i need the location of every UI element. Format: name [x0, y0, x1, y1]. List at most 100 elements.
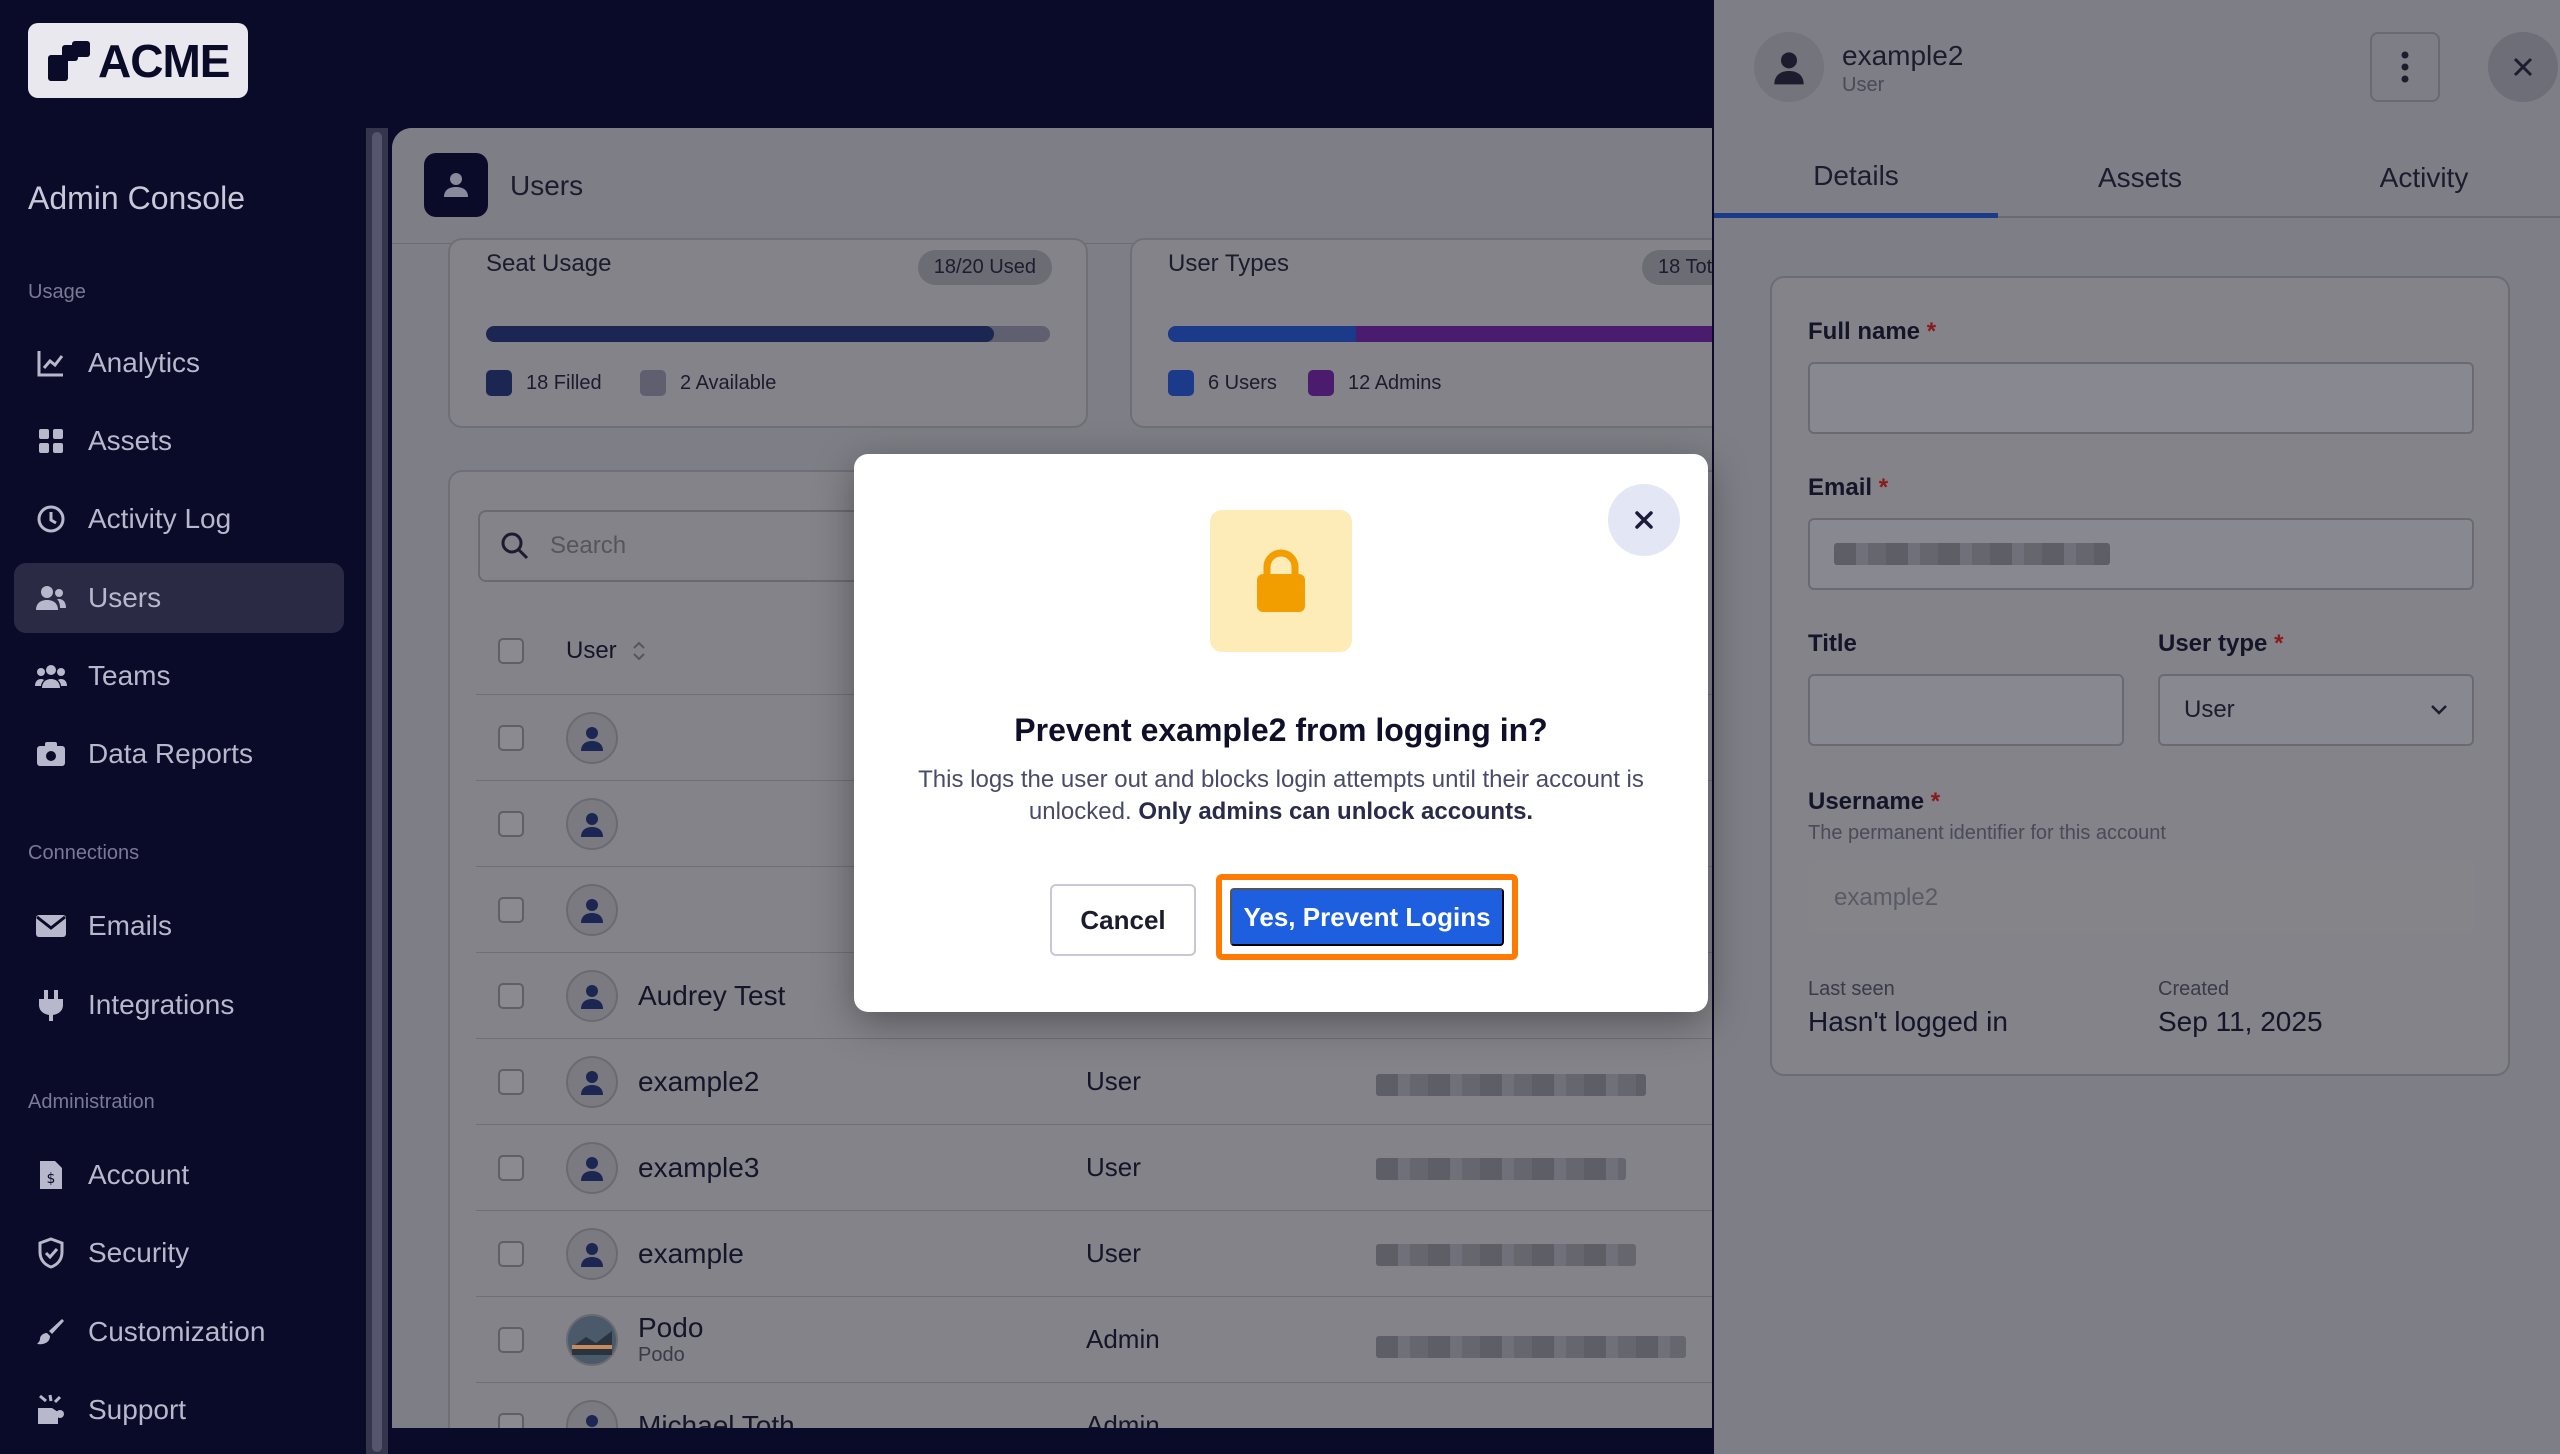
row-user-name: example [638, 1237, 744, 1269]
user-types-bar-users [1168, 326, 1356, 342]
redacted-text [1376, 1158, 1626, 1180]
avatar [566, 1141, 618, 1194]
sidebar-item-label: Assets [88, 425, 173, 456]
sidebar-item-teams[interactable]: Teams [14, 641, 344, 711]
avatar [566, 883, 618, 936]
seat-usage-bar-fill [486, 326, 994, 342]
dialog-close-button[interactable] [1608, 484, 1680, 556]
user-avatar-icon [581, 726, 603, 751]
sidebar-item-activity-log[interactable]: Activity Log [14, 484, 344, 554]
sidebar-item-security[interactable]: Security [14, 1218, 344, 1288]
sidebar-item-assets[interactable]: Assets [14, 406, 344, 476]
avatar [566, 797, 618, 850]
sidebar-item-label: Users [88, 582, 162, 613]
legend-label: 6 Users [1208, 371, 1277, 394]
sidebar-item-customization[interactable]: Customization [14, 1297, 344, 1367]
select-all-checkbox[interactable] [498, 638, 524, 664]
row-user-cell: Podo Podo [638, 1312, 1138, 1367]
support-icon [34, 1393, 68, 1427]
redacted-text [1834, 543, 2110, 565]
sidebar-item-label: Customization [88, 1316, 266, 1347]
sidebar-item-support[interactable]: Support [14, 1375, 344, 1445]
sidebar-item-label: Integrations [88, 989, 235, 1020]
dialog-title: Prevent example2 from logging in? [1014, 712, 1548, 748]
row-checkbox[interactable] [498, 982, 524, 1009]
close-panel-button[interactable] [2488, 32, 2558, 102]
sidebar-scrollbar-thumb[interactable] [372, 132, 382, 1452]
title-field[interactable] [1808, 674, 2124, 746]
row-checkbox[interactable] [498, 1326, 524, 1353]
email-field[interactable] [1808, 518, 2474, 590]
console-title: Admin Console [28, 180, 245, 216]
search-icon [501, 532, 529, 560]
user-detail-panel: example2 User Details Assets Activity Fu… [1714, 0, 2560, 1454]
photo-avatar-icon [572, 1330, 612, 1355]
row-checkbox[interactable] [498, 1240, 524, 1267]
sort-icon[interactable] [631, 640, 647, 662]
row-checkbox[interactable] [498, 1068, 524, 1095]
sidebar-item-account[interactable]: $ Account [14, 1140, 344, 1210]
section-label-usage: Usage [28, 281, 86, 303]
user-types-bar [1168, 326, 1712, 342]
username-hint: The permanent identifier for this accoun… [1808, 822, 2166, 844]
panel-header: example2 User [1714, 0, 2560, 132]
user-avatar-icon [581, 812, 603, 837]
redacted-text [1376, 1244, 1636, 1266]
sidebar-item-label: Support [88, 1394, 187, 1425]
full-name-field[interactable] [1808, 362, 2474, 434]
close-icon [2513, 57, 2533, 77]
row-checkbox[interactable] [498, 810, 524, 837]
sidebar-item-label: Account [88, 1159, 190, 1190]
brush-icon [34, 1315, 68, 1349]
seat-usage-bar [486, 326, 1050, 342]
shield-icon [34, 1236, 68, 1270]
sidebar-item-analytics[interactable]: Analytics [14, 328, 344, 398]
main-header: Users [392, 128, 1712, 244]
row-user-type: User [1086, 1066, 1141, 1096]
panel-user-name: example2 [1842, 40, 1964, 71]
sidebar-item-data-reports[interactable]: Data Reports [14, 719, 344, 789]
user-type-select[interactable]: User [2158, 674, 2474, 746]
column-header-user[interactable]: User [566, 637, 617, 665]
email-label: Email * [1808, 474, 1889, 501]
tab-assets[interactable]: Assets [1998, 138, 2282, 218]
redacted-text [1376, 1336, 1686, 1358]
sidebar-item-emails[interactable]: Emails [14, 891, 344, 961]
row-user-type: User [1086, 1238, 1141, 1268]
panel-tabs: Details Assets Activity [1714, 138, 2560, 218]
row-checkbox[interactable] [498, 896, 524, 923]
team-icon [34, 659, 68, 693]
user-avatar-icon [586, 1414, 598, 1427]
username-label: Username * [1808, 788, 1941, 815]
row-user-type: Admin [1086, 1410, 1160, 1428]
sidebar-item-integrations[interactable]: Integrations [14, 970, 344, 1040]
lock-illustration [1210, 510, 1352, 652]
row-user-type: User [1086, 1152, 1141, 1182]
search-placeholder: Search [550, 532, 627, 559]
row-user-type: Admin [1086, 1324, 1160, 1354]
dialog-body: This logs the user out and blocks login … [904, 764, 1658, 828]
prevent-logins-button[interactable]: Yes, Prevent Logins [1230, 888, 1504, 946]
row-checkbox[interactable] [498, 1154, 524, 1181]
table-row[interactable]: Michael Toth Admin [476, 1382, 1712, 1428]
sidebar-item-label: Analytics [88, 347, 201, 378]
panel-user-role: User [1842, 74, 1885, 96]
legend-label: 12 Admins [1348, 371, 1442, 394]
row-checkbox[interactable] [498, 724, 524, 751]
kebab-menu-icon [2401, 51, 2409, 83]
sidebar: ACME Admin Console Usage Analytics Asset… [0, 0, 365, 1454]
seat-usage-title: Seat Usage [486, 250, 612, 277]
tab-details[interactable]: Details [1714, 138, 1998, 218]
clock-icon [34, 502, 68, 536]
tab-activity[interactable]: Activity [2282, 138, 2560, 218]
created-value: Sep 11, 2025 [2158, 1006, 2323, 1037]
row-user-name: Podo [638, 1312, 704, 1343]
cancel-button[interactable]: Cancel [1050, 884, 1196, 956]
sidebar-item-users[interactable]: Users [14, 563, 344, 633]
avatar [566, 969, 618, 1022]
row-checkbox[interactable] [498, 1412, 524, 1428]
chevron-down-icon [2431, 705, 2447, 715]
acme-logo[interactable]: ACME [28, 23, 248, 98]
more-options-button[interactable] [2370, 32, 2440, 102]
legend-filled: 18 Filled [486, 370, 602, 396]
